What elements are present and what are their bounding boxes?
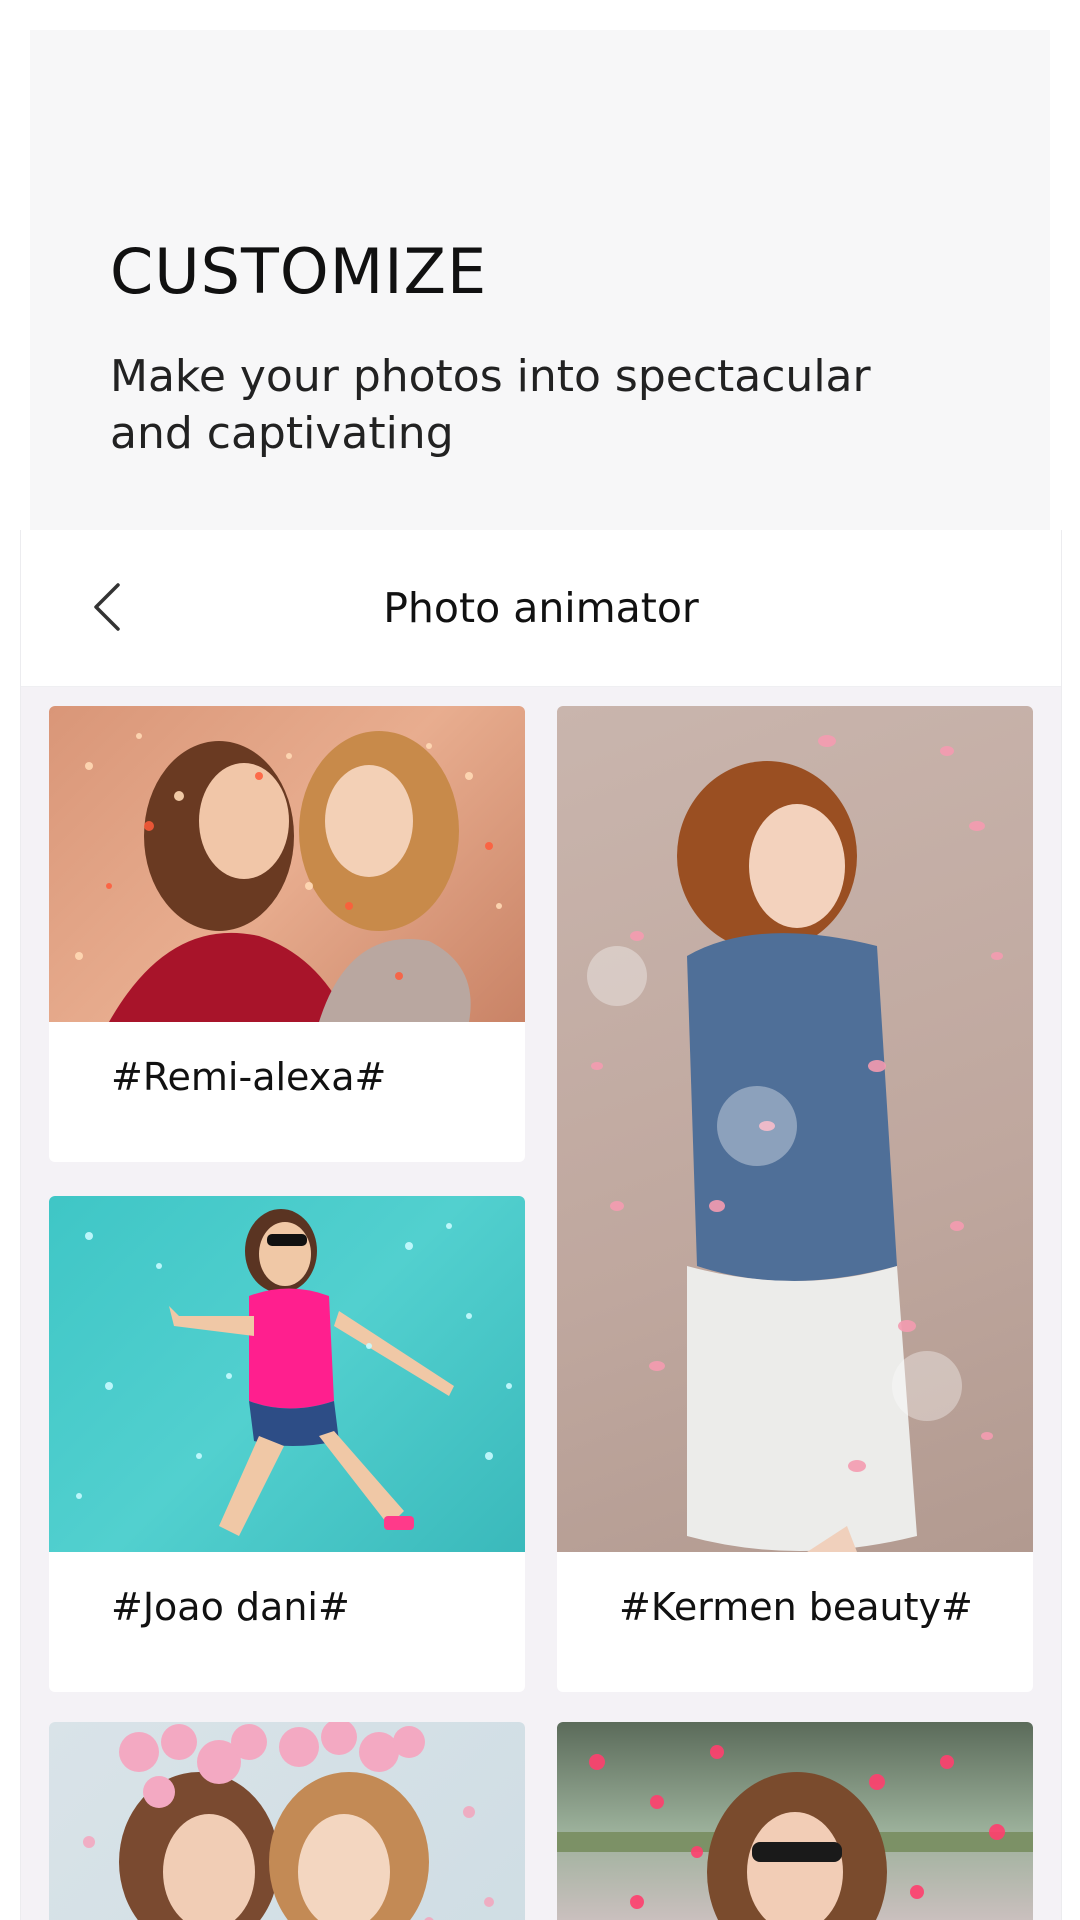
- template-image: [49, 706, 525, 1022]
- template-image: [49, 1196, 525, 1552]
- app-bar: Photo animator: [21, 530, 1061, 687]
- hero-subtitle: Make your photos into spectacular and ca…: [110, 351, 871, 459]
- template-card[interactable]: #Kermen beauty#: [557, 706, 1033, 1692]
- app-preview: Photo animator #Remi-alexa# #Kermen beau…: [20, 530, 1062, 1920]
- template-card[interactable]: #Remi-alexa#: [49, 706, 525, 1162]
- template-label: #Joao dani#: [111, 1585, 350, 1629]
- template-image: [49, 1722, 525, 1920]
- chevron-left-icon: [94, 583, 120, 631]
- hero-title: CUSTOMIZE: [110, 235, 488, 308]
- template-label: #Remi-alexa#: [111, 1055, 387, 1099]
- template-card[interactable]: #Joao dani#: [49, 1196, 525, 1692]
- back-button[interactable]: [73, 572, 143, 642]
- template-image: [557, 1722, 1033, 1920]
- page-title: Photo animator: [383, 584, 699, 632]
- template-label: #Kermen beauty#: [619, 1585, 973, 1629]
- template-image: [557, 706, 1033, 1552]
- template-card[interactable]: [557, 1722, 1033, 1920]
- hero-section: CUSTOMIZE Make your photos into spectacu…: [30, 30, 1050, 530]
- template-card[interactable]: [49, 1722, 525, 1920]
